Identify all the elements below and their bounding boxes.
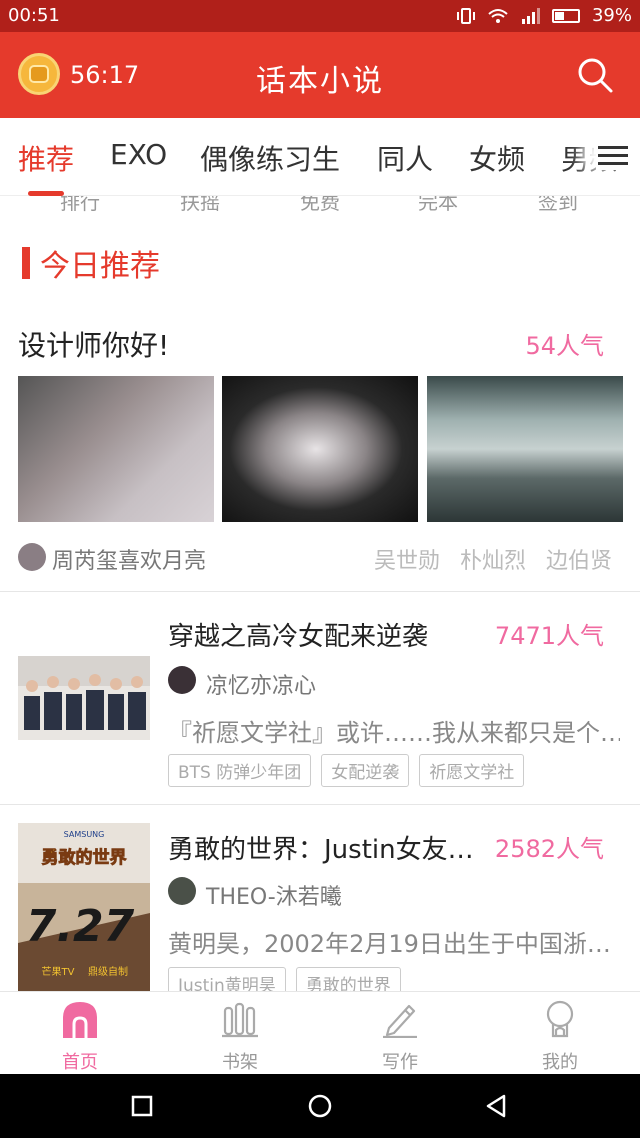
- book-popularity: 7471人气: [494, 622, 604, 650]
- tab-exo[interactable]: EXO: [110, 138, 167, 171]
- book-popularity: 2582人气: [494, 835, 604, 863]
- book-author[interactable]: 凉忆亦凉心: [206, 668, 316, 700]
- quick-link-checkin[interactable]: 签到: [538, 196, 578, 214]
- featured-tags: 吴世勋 朴灿烈 边伯贤: [374, 543, 612, 575]
- book-description: 黄明昊，2002年2月19日出生于中国浙…: [168, 930, 611, 958]
- nav-profile-label: 我的: [542, 1052, 578, 1073]
- book-tag[interactable]: Justin黄明昊: [168, 967, 286, 991]
- cover-label-text: 鼎级自制: [88, 965, 128, 978]
- app-header: 56:17 话本小说: [0, 32, 640, 118]
- bookshelf-icon: [222, 1002, 258, 1038]
- tab-idol-trainee[interactable]: 偶像练习生: [200, 138, 340, 178]
- cover-date-text: 7.27: [26, 901, 135, 952]
- battery-percent: 39%: [591, 5, 632, 26]
- section-marker: [22, 247, 30, 279]
- cover-title-text: 勇敢的世界: [42, 847, 127, 868]
- status-time: 00:51: [8, 5, 60, 26]
- avatar[interactable]: [168, 666, 196, 694]
- tab-fan-fiction[interactable]: 同人: [377, 138, 433, 178]
- pen-icon: [383, 1004, 417, 1038]
- featured-popularity: 54人气: [525, 332, 604, 360]
- book-tags: Justin黄明昊 勇敢的世界: [168, 967, 401, 991]
- nav-profile[interactable]: 我的: [480, 992, 640, 1075]
- featured-image-1[interactable]: [18, 376, 214, 522]
- book-title[interactable]: 穿越之高冷女配来逆袭: [168, 616, 428, 653]
- featured-image-3[interactable]: [427, 376, 623, 522]
- featured-author[interactable]: 周芮玺喜欢月亮: [52, 543, 206, 575]
- featured-tag[interactable]: 吴世勋: [374, 543, 440, 575]
- book-tag[interactable]: BTS 防弹少年团: [168, 754, 312, 787]
- tab-female[interactable]: 女频: [469, 138, 525, 178]
- menu-icon[interactable]: [596, 140, 630, 170]
- bottom-nav: 首页 书架 写作 我的: [0, 991, 640, 1074]
- signal-icon: [521, 7, 540, 24]
- tab-recommend[interactable]: 推荐: [18, 138, 74, 178]
- book-tags: BTS 防弹少年团 女配逆袭 祈愿文学社: [168, 754, 525, 787]
- nav-home[interactable]: 首页: [0, 992, 160, 1075]
- status-bar: 00:51 39%: [0, 0, 640, 32]
- avatar[interactable]: [18, 543, 46, 571]
- avatar[interactable]: [168, 877, 196, 905]
- quick-link-completed[interactable]: 完本: [418, 196, 458, 214]
- quick-link-free[interactable]: 免费: [300, 196, 340, 214]
- section-today-recommend: 今日推荐: [22, 245, 160, 284]
- featured-title[interactable]: 设计师你好!: [18, 324, 169, 364]
- recent-apps-icon[interactable]: [130, 1094, 154, 1118]
- quick-link-ranking[interactable]: 排行: [60, 196, 100, 214]
- featured-image-2[interactable]: [222, 376, 418, 522]
- category-tabs: 推荐 EXO 偶像练习生 同人 女频 男频: [0, 118, 640, 196]
- book-tag[interactable]: 祈愿文学社: [419, 754, 525, 787]
- book-tag[interactable]: 女配逆袭: [321, 754, 410, 787]
- book-item[interactable]: SAMSUNG 勇敢的世界 7.27 芒果TV 鼎级自制 勇敢的世界：Justi…: [0, 805, 640, 991]
- book-cover[interactable]: [18, 656, 150, 740]
- status-icons: 39%: [456, 5, 632, 26]
- search-icon[interactable]: [576, 56, 614, 94]
- system-nav-bar: [0, 1074, 640, 1138]
- section-title: 今日推荐: [40, 249, 160, 284]
- quick-links: 排行 扶摇 免费 完本 签到: [0, 196, 640, 214]
- nav-bookshelf[interactable]: 书架: [160, 992, 320, 1075]
- nav-home-label: 首页: [62, 1052, 98, 1073]
- book-title[interactable]: 勇敢的世界：Justin女友…: [168, 829, 474, 866]
- app-title: 话本小说: [256, 64, 384, 99]
- featured-tag[interactable]: 朴灿烈: [460, 543, 526, 575]
- cover-channel-text: 芒果TV: [42, 965, 75, 978]
- book-author[interactable]: THEO-沐若曦: [206, 879, 342, 911]
- nav-write-label: 写作: [382, 1052, 418, 1073]
- book-item[interactable]: 穿越之高冷女配来逆袭 7471人气 凉忆亦凉心 『祈愿文学社』或许……我从来都只…: [0, 592, 640, 804]
- book-tag[interactable]: 勇敢的世界: [295, 967, 401, 991]
- quick-link-fuyao[interactable]: 扶摇: [180, 196, 220, 214]
- vibrate-icon: [456, 7, 475, 24]
- home-button-icon[interactable]: [308, 1094, 332, 1118]
- home-icon: [63, 1002, 97, 1038]
- nav-bookshelf-label: 书架: [222, 1052, 258, 1073]
- featured-tag[interactable]: 边伯贤: [546, 543, 612, 575]
- book-cover[interactable]: SAMSUNG 勇敢的世界 7.27 芒果TV 鼎级自制: [18, 823, 150, 991]
- battery-icon: [551, 8, 580, 23]
- profile-icon: [546, 1000, 574, 1038]
- book-description: 『祈愿文学社』或许……我从来都只是个…: [168, 719, 620, 747]
- back-icon[interactable]: [484, 1094, 508, 1118]
- nav-write[interactable]: 写作: [320, 992, 480, 1075]
- cover-brand-text: SAMSUNG: [64, 830, 105, 839]
- wifi-icon: [488, 8, 508, 23]
